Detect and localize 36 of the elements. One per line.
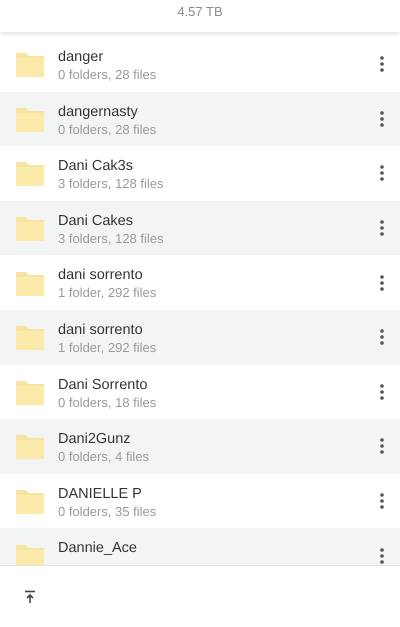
scroll-to-top-icon[interactable] [24, 590, 36, 604]
folder-details: 0 folders, 35 files [58, 504, 158, 520]
folder-icon [15, 432, 45, 460]
folder-details: 0 folders, 28 files [58, 122, 158, 138]
folder-name[interactable]: dangernasty [58, 102, 379, 121]
folder-name[interactable]: DANIELLE P [58, 484, 379, 503]
folder-name[interactable]: Dani Sorrento [58, 376, 379, 394]
more-options-icon[interactable] [379, 220, 385, 236]
more-options-icon[interactable] [379, 548, 385, 564]
more-options-icon[interactable] [379, 329, 385, 346]
folder-details: 1 folder, 292 files [58, 340, 158, 356]
more-options-icon[interactable] [379, 384, 385, 400]
folder-details: 0 folders, 28 files [58, 67, 158, 83]
folder-icon [15, 159, 45, 188]
folder-name[interactable]: Dani Cak3s [58, 157, 379, 176]
folder-details: 3 folders, 128 files [58, 176, 165, 192]
storage-size: 4.57 TB [177, 4, 223, 21]
more-options-icon[interactable] [379, 56, 385, 72]
folder-name[interactable]: dani sorrento [58, 266, 379, 284]
more-options-icon[interactable] [379, 274, 385, 291]
folder-icon [15, 50, 45, 78]
folder-icon [15, 487, 45, 516]
folder-icon [15, 323, 45, 352]
folder-details: 0 folders, 18 files [58, 394, 158, 411]
more-options-icon[interactable] [379, 110, 385, 127]
folder-name[interactable]: Dani Cakes [58, 212, 379, 230]
folder-name[interactable]: danger [58, 48, 379, 66]
more-options-icon[interactable] [379, 493, 385, 510]
more-options-icon[interactable] [379, 165, 385, 182]
folder-details: 1 folder, 292 files [58, 285, 158, 302]
folder-name[interactable]: Dani2Gunz [58, 430, 379, 448]
folder-details: 3 folders, 128 files [58, 230, 165, 247]
folder-icon [15, 214, 45, 242]
more-options-icon[interactable] [379, 438, 385, 454]
folder-name[interactable]: dani sorrento [58, 320, 379, 339]
folder-details: 0 folders, 4 files [58, 449, 150, 466]
